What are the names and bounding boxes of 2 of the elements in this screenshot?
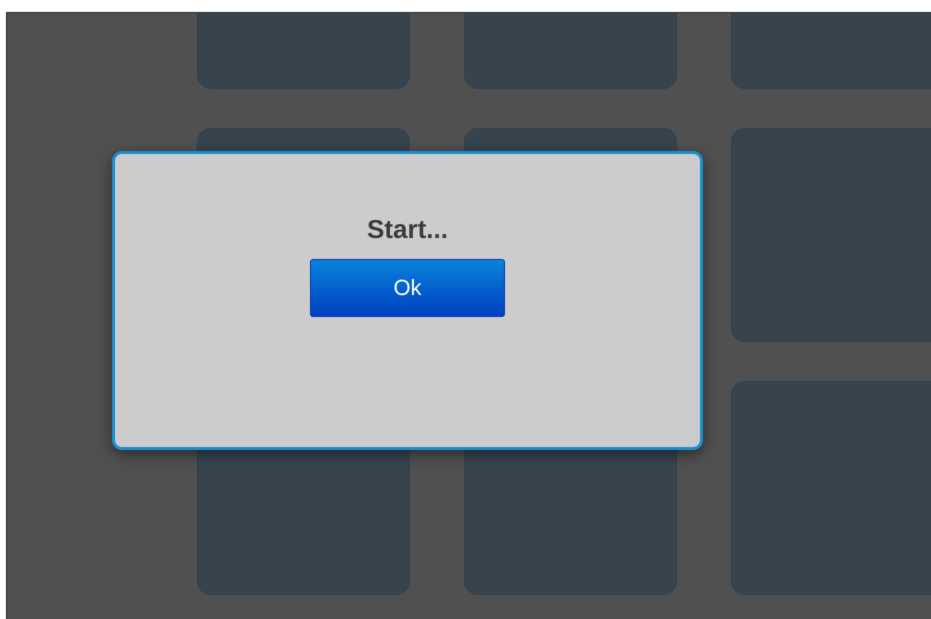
ok-button[interactable]: Ok (310, 259, 505, 317)
dialog-title: Start... (367, 214, 448, 245)
